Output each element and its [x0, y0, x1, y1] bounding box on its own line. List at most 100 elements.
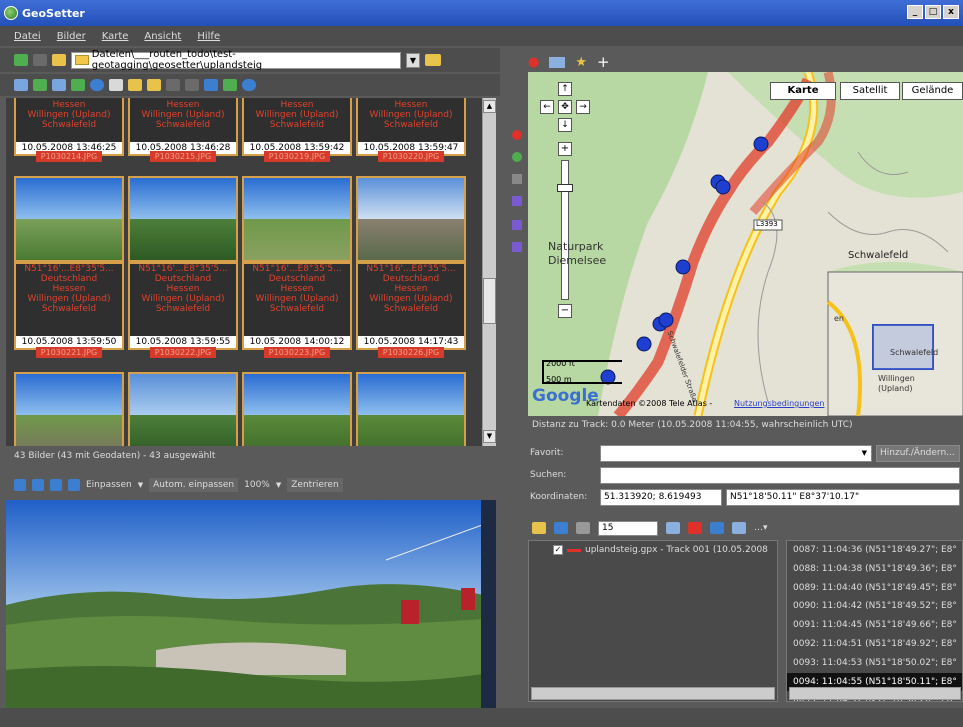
pointer-icon[interactable]	[512, 242, 522, 252]
search-track-icon[interactable]	[576, 522, 590, 534]
map-type-satellit[interactable]: Satellit	[840, 82, 900, 100]
zoom-in-icon[interactable]: +	[558, 142, 572, 156]
google-earth-icon[interactable]	[242, 79, 256, 91]
refresh-icon[interactable]	[71, 79, 85, 91]
open-folder-icon[interactable]	[425, 54, 441, 66]
track-icon[interactable]	[512, 220, 522, 230]
first-image-icon[interactable]	[14, 479, 26, 491]
zoom-value[interactable]: 100%	[244, 480, 270, 490]
view-mode-icon[interactable]	[14, 79, 28, 91]
pan-left-icon[interactable]: ←	[540, 100, 554, 114]
thumbnail-image[interactable]	[356, 176, 466, 262]
last-image-icon[interactable]	[68, 479, 80, 491]
coordinates-decimal-input[interactable]: 51.313920; 8.619493	[600, 488, 722, 506]
track-point-row[interactable]: 0093: 11:04:53 (N51°18'50.02"; E8°	[787, 654, 962, 673]
scroll-up-icon[interactable]: ▲	[483, 100, 496, 113]
track-point-row[interactable]: 0091: 11:04:45 (N51°18'49.66"; E8°	[787, 616, 962, 635]
scroll-down-icon[interactable]: ▼	[483, 430, 496, 443]
map-view[interactable]: Karte Satellit Gelände ↑ ← ✥ → ↓ + − Nat…	[528, 72, 963, 416]
favorit-combobox[interactable]: ▼	[600, 444, 872, 462]
thumbnail-cell[interactable]: N51°16'...E8°35'5... Deutschland Hessen …	[14, 262, 124, 350]
next-image-icon[interactable]	[50, 479, 62, 491]
synchronize-icon[interactable]	[223, 79, 237, 91]
thumbnail-image[interactable]	[14, 176, 124, 262]
save-track-icon[interactable]	[554, 522, 568, 534]
thumbnail-cell[interactable]: Hessen Willingen (Upland) Schwalefeld 10.0…	[128, 98, 238, 156]
menu-hilfe[interactable]: Hilfe	[197, 31, 220, 42]
track-options-icon[interactable]	[710, 522, 724, 534]
pan-center-icon[interactable]: ✥	[558, 100, 572, 114]
map-type-icon[interactable]	[549, 56, 566, 68]
thumbnail-image[interactable]	[242, 176, 352, 262]
image-edit-icon[interactable]	[147, 79, 161, 91]
image-preview[interactable]	[6, 500, 496, 708]
pan-right-icon[interactable]: →	[576, 100, 590, 114]
map-type-gelaende[interactable]: Gelände	[902, 82, 963, 100]
menu-karte[interactable]: Karte	[102, 31, 129, 42]
selection-icon[interactable]	[33, 79, 47, 91]
track-point-row[interactable]: 0089: 11:04:40 (N51°18'49.45"; E8°	[787, 579, 962, 598]
terms-link[interactable]: Nutzungsbedingungen	[734, 399, 824, 408]
path-dropdown-button[interactable]: ▼	[406, 52, 420, 68]
favorites-star-icon[interactable]: ★	[575, 55, 587, 70]
thumbnail-image[interactable]	[14, 372, 124, 446]
add-change-button[interactable]: Hinzuf./Ändern...	[876, 444, 960, 462]
crosshair-icon[interactable]: +	[597, 53, 610, 71]
zoom-slider-track[interactable]	[561, 160, 569, 300]
thumbnail-gallery[interactable]: Hessen Willingen (Upland) Schwalefeld 10.0…	[6, 98, 482, 446]
thumbnail-cell[interactable]: Hessen Willingen (Upland) Schwalefeld 10.0…	[356, 98, 466, 156]
track-point-row[interactable]: 0092: 11:04:51 (N51°18'49.92"; E8°	[787, 635, 962, 654]
thumbnail-cell[interactable]: N51°16'...E8°35'5... Deutschland Hessen …	[128, 262, 238, 350]
save-icon[interactable]	[204, 79, 218, 91]
set-position-icon[interactable]	[512, 130, 522, 140]
thumbnail-cell[interactable]: Hessen Willingen (Upland) Schwalefeld 10.0…	[14, 98, 124, 156]
track-display-icon[interactable]	[666, 522, 680, 534]
direction-icon[interactable]	[512, 196, 522, 206]
comment-icon[interactable]	[109, 79, 123, 91]
list-horizontal-scrollbar[interactable]	[789, 687, 961, 700]
menu-bilder[interactable]: Bilder	[57, 31, 86, 42]
track-count-input[interactable]: 15	[598, 520, 658, 536]
tree-horizontal-scrollbar[interactable]	[531, 687, 775, 700]
add-position-icon[interactable]	[512, 152, 522, 162]
thumbnail-cell[interactable]: N51°16'...E8°35'5... Deutschland Hessen …	[356, 262, 466, 350]
tool-icon[interactable]	[512, 174, 522, 184]
minimize-button[interactable]: _	[907, 5, 923, 19]
thumbnail-cell[interactable]: N51°16'...E8°35'5... Deutschland Hessen …	[242, 262, 352, 350]
map-pin-icon[interactable]: ●	[528, 55, 539, 70]
track-point-row[interactable]: 0090: 11:04:42 (N51°18'49.52"; E8°	[787, 597, 962, 616]
forward-arrow-icon[interactable]	[33, 54, 47, 66]
track-checkbox[interactable]: ✓	[553, 545, 563, 555]
zoom-dropdown-icon[interactable]: ▼	[276, 481, 281, 489]
track-view-icon[interactable]	[732, 522, 746, 534]
menu-datei[interactable]: Datei	[14, 31, 41, 42]
folder-up-icon[interactable]	[52, 54, 66, 66]
track-color-icon[interactable]	[688, 522, 702, 534]
open-track-icon[interactable]	[532, 522, 546, 534]
undo-icon[interactable]	[166, 79, 180, 91]
fit-dropdown-icon[interactable]: ▼	[138, 481, 143, 489]
delete-icon[interactable]	[185, 79, 199, 91]
track-tree-item[interactable]: ✓ uplandsteig.gpx - Track 001 (10.05.200…	[529, 541, 777, 555]
search-input[interactable]	[600, 466, 960, 484]
filter-icon[interactable]	[52, 79, 66, 91]
zoom-slider-thumb[interactable]	[557, 184, 573, 192]
edit-data-icon[interactable]	[128, 79, 142, 91]
autofit-button[interactable]: Autom. einpassen	[149, 478, 239, 492]
track-tree[interactable]: ✓ uplandsteig.gpx - Track 001 (10.05.200…	[528, 540, 778, 702]
back-arrow-icon[interactable]	[14, 54, 28, 66]
path-combobox[interactable]: Dateien\___routen_todo\test-geotagging\g…	[71, 49, 401, 71]
gallery-scrollbar[interactable]: ▲ ▼	[482, 98, 496, 446]
pan-up-icon[interactable]: ↑	[558, 82, 572, 96]
center-button[interactable]: Zentrieren	[287, 478, 343, 492]
thumbnail-cell[interactable]: Hessen Willingen (Upland) Schwalefeld 10.0…	[242, 98, 352, 156]
maximize-button[interactable]: □	[925, 5, 941, 19]
pan-down-icon[interactable]: ↓	[558, 118, 572, 132]
thumbnail-image[interactable]	[242, 372, 352, 446]
fit-button[interactable]: Einpassen	[86, 480, 132, 490]
info-icon[interactable]	[90, 79, 104, 91]
track-point-list[interactable]: 0087: 11:04:36 (N51°18'49.27"; E8° 0088:…	[786, 540, 963, 702]
previous-image-icon[interactable]	[32, 479, 44, 491]
coordinates-dms-input[interactable]: N51°18'50.11" E8°37'10.17"	[726, 488, 960, 506]
zoom-out-icon[interactable]: −	[558, 304, 572, 318]
